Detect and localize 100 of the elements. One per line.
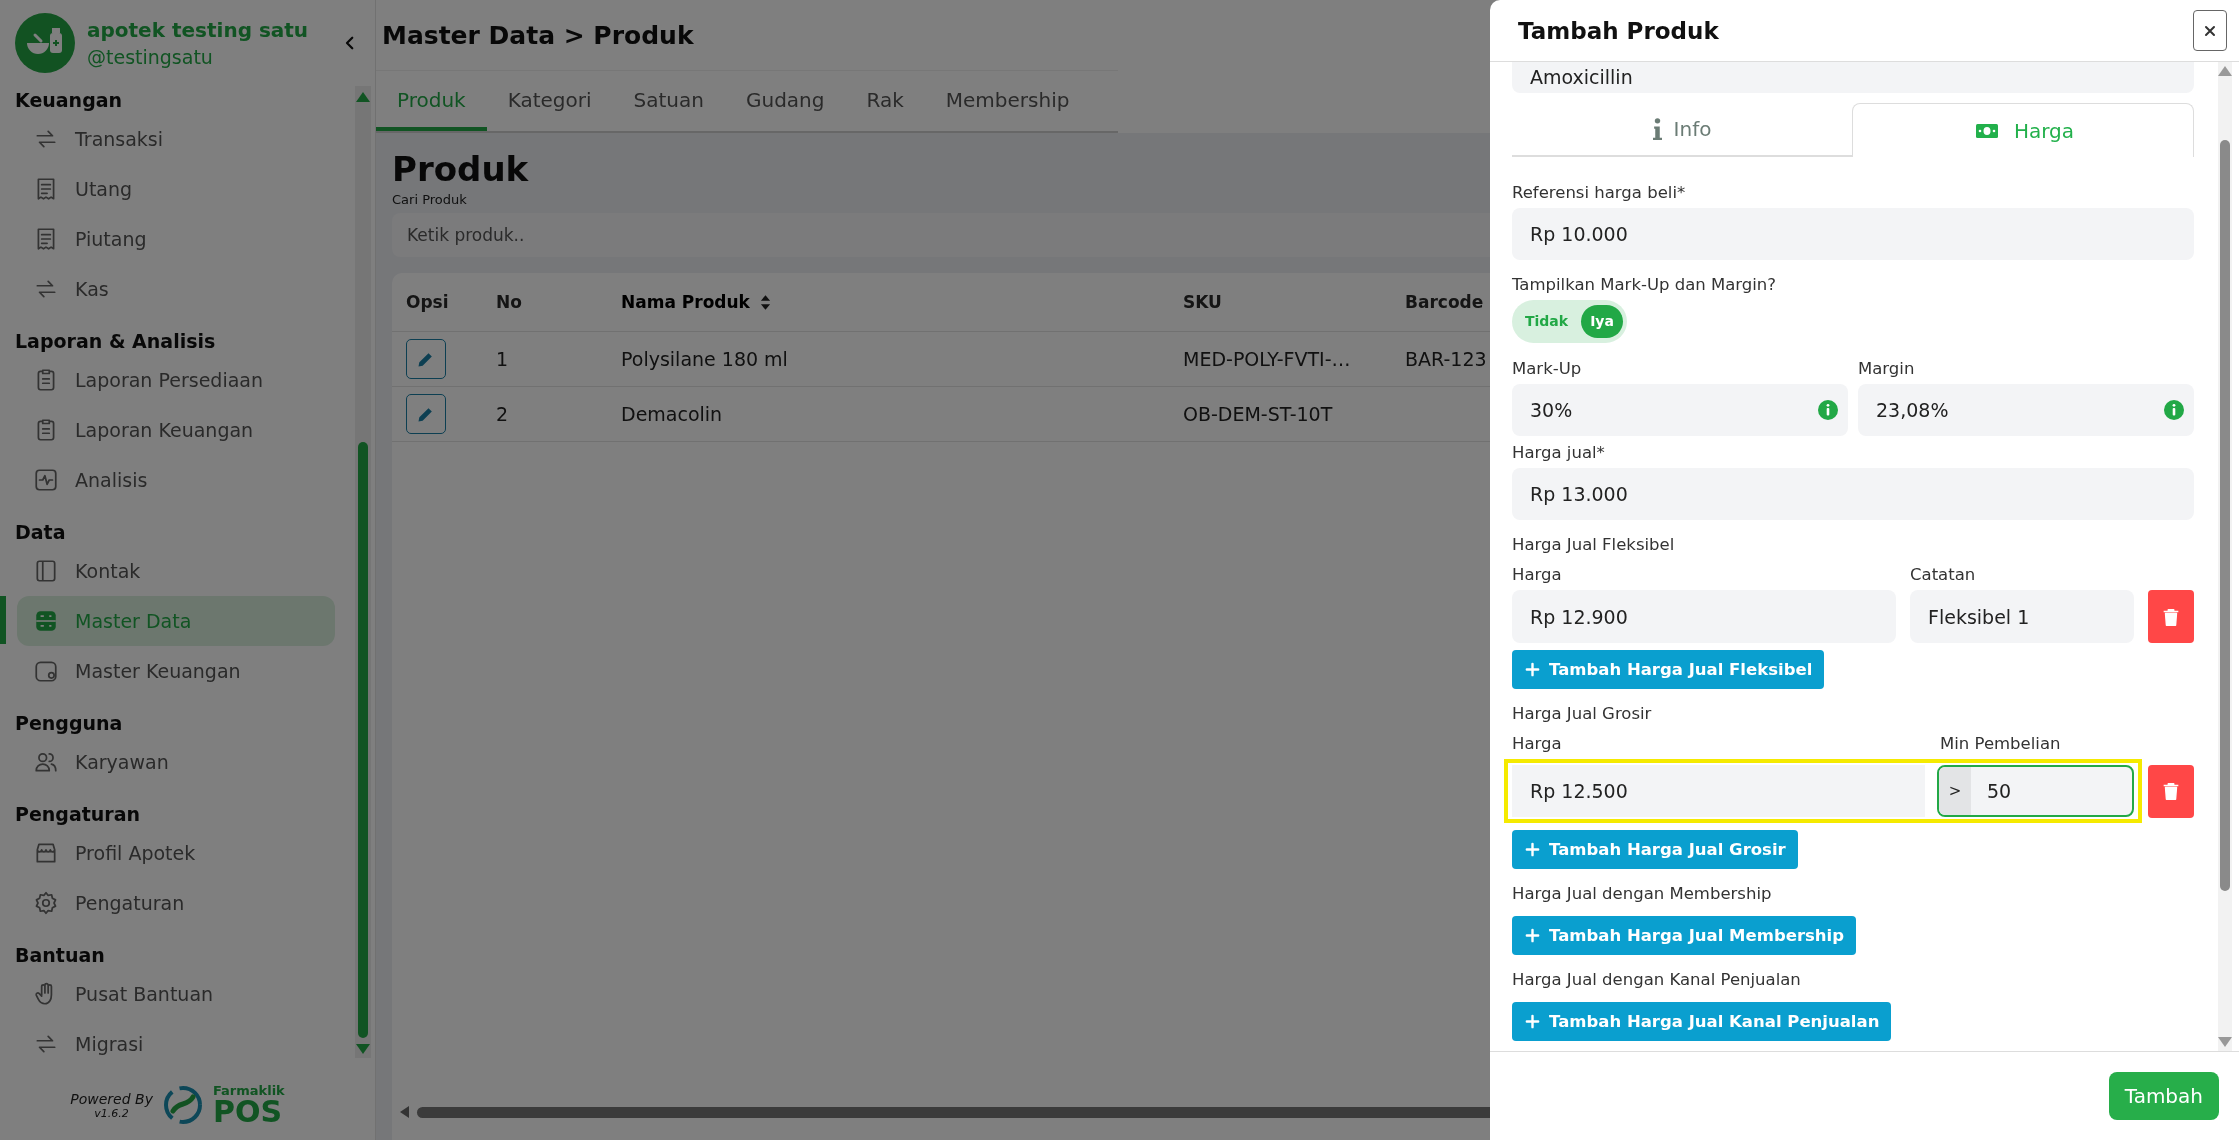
section-title: Produk <box>392 148 530 191</box>
field-label: Harga Jual Grosir <box>1512 703 1653 725</box>
add-button[interactable]: Tambah Harga Jual Kanal Penjualan <box>1512 1002 1892 1041</box>
toggle-option[interactable]: Iya <box>1581 305 1623 338</box>
plus-icon <box>1524 927 1541 944</box>
add-button[interactable]: Tambah Harga Jual Grosir <box>1512 830 1798 869</box>
info-icon <box>2164 400 2184 420</box>
tab[interactable]: Kategori <box>486 71 613 131</box>
field-label: Harga Jual dengan Kanal Penjualan <box>1512 969 1802 991</box>
input-field[interactable]: 23,08% <box>1858 384 2194 436</box>
field-label: Harga Jual dengan Membership <box>1512 883 1773 905</box>
tab[interactable]: Membership <box>924 71 1091 131</box>
version-text: v1.6.2 <box>93 1106 130 1120</box>
pharmacy-name: apotek testing satu <box>87 17 310 44</box>
drawer-title: Tambah Produk <box>1518 17 1719 44</box>
sidebar-item[interactable]: Profil Apotek <box>17 828 335 878</box>
field-label: Mark-Up <box>1512 358 1583 380</box>
delete-button[interactable] <box>2148 590 2194 643</box>
column-header: SKU <box>1182 292 1223 312</box>
sidebar-item[interactable]: Utang <box>17 164 335 214</box>
sidebar-item[interactable]: Migrasi <box>17 1019 335 1069</box>
column-header: Opsi <box>405 292 450 312</box>
page-title: Master Data > Produk <box>381 20 694 52</box>
table-cell: OB-DEM-ST-10T <box>1183 403 1333 425</box>
input-field[interactable]: Rp 12.900 <box>1512 590 1896 643</box>
delete-button[interactable] <box>2148 764 2194 818</box>
add-button[interactable]: Tambah Harga Jual Fleksibel <box>1512 650 1825 689</box>
field-label: Harga <box>1512 564 1563 586</box>
section-heading: Pengguna <box>14 711 124 736</box>
table-cell: MED-POLY-FVTI-… <box>1183 348 1351 370</box>
toggle-option[interactable]: Tidak <box>1516 305 1578 338</box>
name-field[interactable]: Amoxicillin <box>1512 62 2194 93</box>
section-heading: Pengaturan <box>14 802 142 827</box>
tab[interactable]: Harga <box>1852 103 2194 157</box>
section-heading: Laporan & Analisis <box>14 329 217 354</box>
toggle-switch[interactable]: Tidak Iya <box>1512 300 1627 343</box>
input-field[interactable]: Fleksibel 1 <box>1910 590 2134 643</box>
plus-icon <box>1524 661 1541 678</box>
sidebar-item[interactable]: Pengaturan <box>17 878 335 928</box>
tab[interactable]: Rak <box>845 71 925 131</box>
field-label: Harga Jual Fleksibel <box>1512 534 1676 556</box>
field-label: Referensi harga beli* <box>1512 182 1687 204</box>
store-icon <box>33 840 59 866</box>
sidebar-item[interactable]: Analisis <box>17 455 335 505</box>
sort-icon <box>759 294 771 310</box>
swirl-logo-icon <box>162 1085 203 1125</box>
plus-icon <box>1524 841 1541 858</box>
field-label: Tampilkan Mark-Up dan Margin? <box>1512 274 1778 296</box>
sidebar-item[interactable]: Karyawan <box>17 737 335 787</box>
edit-button[interactable] <box>406 394 446 434</box>
close-button[interactable] <box>2193 10 2227 51</box>
powered-by-text: Powered By <box>70 1090 153 1107</box>
input-prefix: > <box>1939 767 1971 815</box>
book-icon <box>33 558 59 584</box>
info-icon <box>1652 118 1662 140</box>
sidebar-item[interactable]: Piutang <box>17 214 335 264</box>
sidebar-item[interactable]: Master Keuangan <box>17 646 335 696</box>
column-header: Barcode <box>1404 292 1485 312</box>
username: @testingsatu <box>87 45 214 70</box>
field-label: Harga <box>1512 733 1563 755</box>
field-label: Cari Produk <box>392 191 467 209</box>
table-cell: Demacolin <box>621 403 723 425</box>
add-button[interactable]: Tambah Harga Jual Membership <box>1512 916 1857 955</box>
table-cell: 1 <box>496 348 509 370</box>
edit-button[interactable] <box>406 339 446 379</box>
server-icon <box>33 608 59 634</box>
input-field[interactable]: > 50 <box>1937 765 2135 817</box>
input-field[interactable]: Rp 13.000 <box>1512 468 2194 520</box>
column-header[interactable]: Nama Produk <box>607 292 1169 312</box>
info-icon <box>1818 400 1838 420</box>
tab[interactable]: Info <box>1512 103 1852 157</box>
plus-icon <box>1524 1013 1541 1030</box>
input-field[interactable]: Rp 12.500 <box>1512 765 1925 817</box>
column-header: No <box>495 292 523 312</box>
section-heading: Keuangan <box>14 88 124 113</box>
sidebar-item[interactable]: Laporan Persediaan <box>17 355 335 405</box>
tab[interactable]: Satuan <box>612 71 725 131</box>
input-field[interactable]: Rp 10.000 <box>1512 208 2194 260</box>
field-label: Margin <box>1858 358 1916 380</box>
active-indicator <box>0 596 6 644</box>
sidebar-item[interactable]: Laporan Keuangan <box>17 405 335 455</box>
table-cell: Polysilane 180 ml <box>621 348 788 370</box>
sidebar-item[interactable]: Transaksi <box>17 114 335 164</box>
field-label: Harga jual* <box>1512 442 1606 464</box>
field-label: Min Pembelian <box>1940 733 2062 755</box>
field-label: Catatan <box>1910 564 1977 586</box>
brand-wordmark: POS <box>212 1096 283 1127</box>
scrollbar[interactable] <box>355 86 371 1058</box>
submit-button[interactable]: Tambah <box>2108 1072 2219 1120</box>
section-heading: Bantuan <box>14 943 106 968</box>
scrollbar[interactable] <box>2218 62 2232 1051</box>
sidebar-item[interactable]: Pusat Bantuan <box>17 969 335 1019</box>
tab[interactable]: Gudang <box>725 71 846 131</box>
sidebar-item[interactable]: Kas <box>17 264 335 314</box>
table-cell: BAR-123 <box>1405 348 1487 370</box>
settings-icon <box>33 890 59 916</box>
input-field[interactable]: 30% <box>1512 384 1848 436</box>
logo-icon <box>15 13 75 73</box>
sidebar-item[interactable]: Kontak <box>17 546 335 596</box>
section-heading: Data <box>14 520 67 545</box>
